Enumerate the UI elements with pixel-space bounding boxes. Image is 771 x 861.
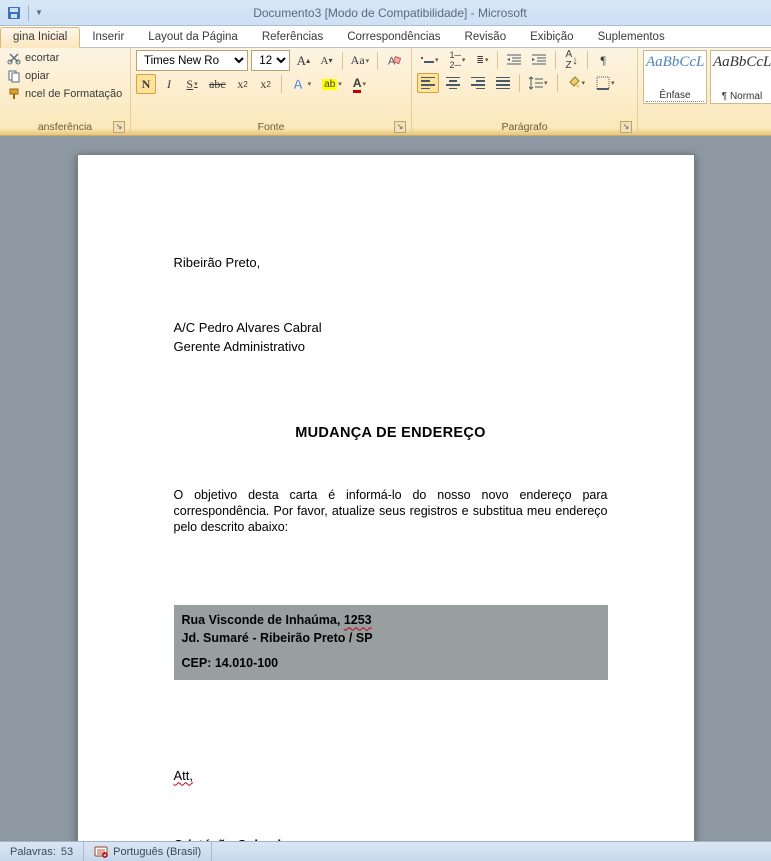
- borders-icon: [596, 76, 610, 90]
- paintbrush-icon: [7, 87, 21, 101]
- doc-city: Ribeirão Preto,: [174, 255, 608, 272]
- status-language[interactable]: Português (Brasil): [84, 842, 212, 861]
- save-icon[interactable]: [6, 5, 22, 21]
- doc-recipient: A/C Pedro Alvares Cabral: [174, 320, 608, 337]
- align-right-icon: [471, 77, 485, 89]
- text-effects-button[interactable]: A▾: [287, 74, 316, 94]
- doc-address-block: Rua Visconde de Inhaúma, 1253 Jd. Sumaré…: [174, 605, 608, 679]
- shading-button[interactable]: ▾: [563, 73, 590, 93]
- tab-view[interactable]: Exibição: [518, 28, 585, 47]
- bucket-icon: [567, 76, 581, 90]
- doc-closing: Att,: [174, 768, 194, 783]
- qat-dropdown-icon[interactable]: ▼: [35, 8, 43, 17]
- indent-icon: [532, 54, 546, 66]
- align-center-button[interactable]: [442, 73, 464, 93]
- sort-button[interactable]: AZ↓: [561, 50, 582, 70]
- text-effects-icon: A: [291, 76, 307, 92]
- doc-heading: MUDANÇA DE ENDEREÇO: [174, 424, 608, 443]
- change-case-button[interactable]: Aa▾: [347, 51, 372, 71]
- doc-recipient-role: Gerente Administrativo: [174, 339, 608, 356]
- borders-button[interactable]: ▾: [592, 73, 619, 93]
- group-styles: AaBbCcL Ênfase AaBbCcL ¶ Normal A: [638, 48, 771, 135]
- font-name-select[interactable]: Times New Ro: [136, 50, 248, 71]
- window-title: Documento3 [Modo de Compatibilidade] - M…: [49, 6, 771, 20]
- outdent-icon: [507, 54, 521, 66]
- copy-button[interactable]: opiar: [5, 68, 125, 84]
- tab-insert[interactable]: Inserir: [80, 28, 136, 47]
- group-label-paragraph: Parágrafo↘: [417, 119, 632, 135]
- bold-button[interactable]: N: [136, 74, 156, 94]
- strikethrough-button[interactable]: abc: [205, 74, 230, 94]
- subscript-button[interactable]: x2: [233, 74, 253, 94]
- line-spacing-icon: [529, 76, 543, 90]
- show-marks-button[interactable]: ¶: [593, 50, 613, 70]
- bullets-icon: [421, 57, 434, 62]
- align-left-icon: [421, 77, 435, 89]
- italic-button[interactable]: I: [159, 74, 179, 94]
- align-left-button[interactable]: [417, 73, 439, 93]
- clear-formatting-button[interactable]: A: [383, 51, 406, 71]
- statusbar: Palavras: 53 Português (Brasil): [0, 841, 771, 861]
- language-icon: [94, 845, 108, 859]
- shrink-font-button[interactable]: A▾: [317, 51, 337, 71]
- tab-review[interactable]: Revisão: [453, 28, 519, 47]
- group-label-font: Fonte↘: [136, 119, 406, 135]
- group-label-clipboard: ansferência↘: [5, 119, 125, 135]
- justify-icon: [496, 77, 510, 89]
- increase-indent-button[interactable]: [528, 50, 550, 70]
- quick-access-toolbar: ▼: [0, 5, 49, 21]
- style-emphasis[interactable]: AaBbCcL Ênfase: [643, 50, 707, 104]
- group-paragraph: ▾ 1─2─▾ ≣▾ AZ↓ ¶: [412, 48, 638, 135]
- doc-body: O objetivo desta carta é informá-lo do n…: [174, 487, 608, 536]
- grow-font-button[interactable]: A▴: [293, 51, 313, 71]
- eraser-icon: A: [387, 54, 402, 68]
- group-font: Times New Ro 12 A▴ A▾ Aa▾ A N I S▾ abc x…: [131, 48, 412, 135]
- cut-button[interactable]: ecortar: [5, 50, 125, 66]
- font-size-select[interactable]: 12: [251, 50, 290, 71]
- style-normal[interactable]: AaBbCcL ¶ Normal: [710, 50, 771, 104]
- format-painter-button[interactable]: ncel de Formatação: [5, 86, 125, 102]
- ribbon-tabs: gina Inicial Inserir Layout da Página Re…: [0, 26, 771, 48]
- highlight-button[interactable]: ab▾: [318, 74, 346, 94]
- svg-text:A: A: [293, 76, 303, 92]
- align-center-icon: [446, 77, 460, 89]
- decrease-indent-button[interactable]: [503, 50, 525, 70]
- multilevel-button[interactable]: ≣▾: [472, 50, 492, 70]
- dialog-launcher-icon[interactable]: ↘: [113, 121, 125, 133]
- align-right-button[interactable]: [467, 73, 489, 93]
- tab-addins[interactable]: Suplementos: [586, 28, 677, 47]
- group-clipboard: ecortar opiar ncel de Formatação ansferê…: [0, 48, 131, 135]
- underline-button[interactable]: S▾: [182, 74, 202, 94]
- superscript-button[interactable]: x2: [256, 74, 276, 94]
- numbering-button[interactable]: 1─2─▾: [446, 50, 470, 70]
- tab-home[interactable]: gina Inicial: [0, 27, 80, 48]
- status-words[interactable]: Palavras: 53: [0, 842, 84, 861]
- document-area[interactable]: Ribeirão Preto, A/C Pedro Alvares Cabral…: [0, 136, 771, 841]
- tab-mailings[interactable]: Correspondências: [335, 28, 452, 47]
- line-spacing-button[interactable]: ▾: [525, 73, 552, 93]
- group-label-styles: [643, 119, 771, 135]
- tab-references[interactable]: Referências: [250, 28, 335, 47]
- font-color-button[interactable]: A▾: [349, 74, 370, 94]
- tab-layout[interactable]: Layout da Página: [136, 28, 250, 47]
- justify-button[interactable]: [492, 73, 514, 93]
- bullets-button[interactable]: ▾: [417, 50, 443, 70]
- titlebar: ▼ Documento3 [Modo de Compatibilidade] -…: [0, 0, 771, 26]
- ribbon: ecortar opiar ncel de Formatação ansferê…: [0, 48, 771, 136]
- dialog-launcher-icon[interactable]: ↘: [620, 121, 632, 133]
- copy-icon: [7, 69, 21, 83]
- dialog-launcher-icon[interactable]: ↘: [394, 121, 406, 133]
- page[interactable]: Ribeirão Preto, A/C Pedro Alvares Cabral…: [77, 154, 695, 841]
- scissors-icon: [7, 51, 21, 65]
